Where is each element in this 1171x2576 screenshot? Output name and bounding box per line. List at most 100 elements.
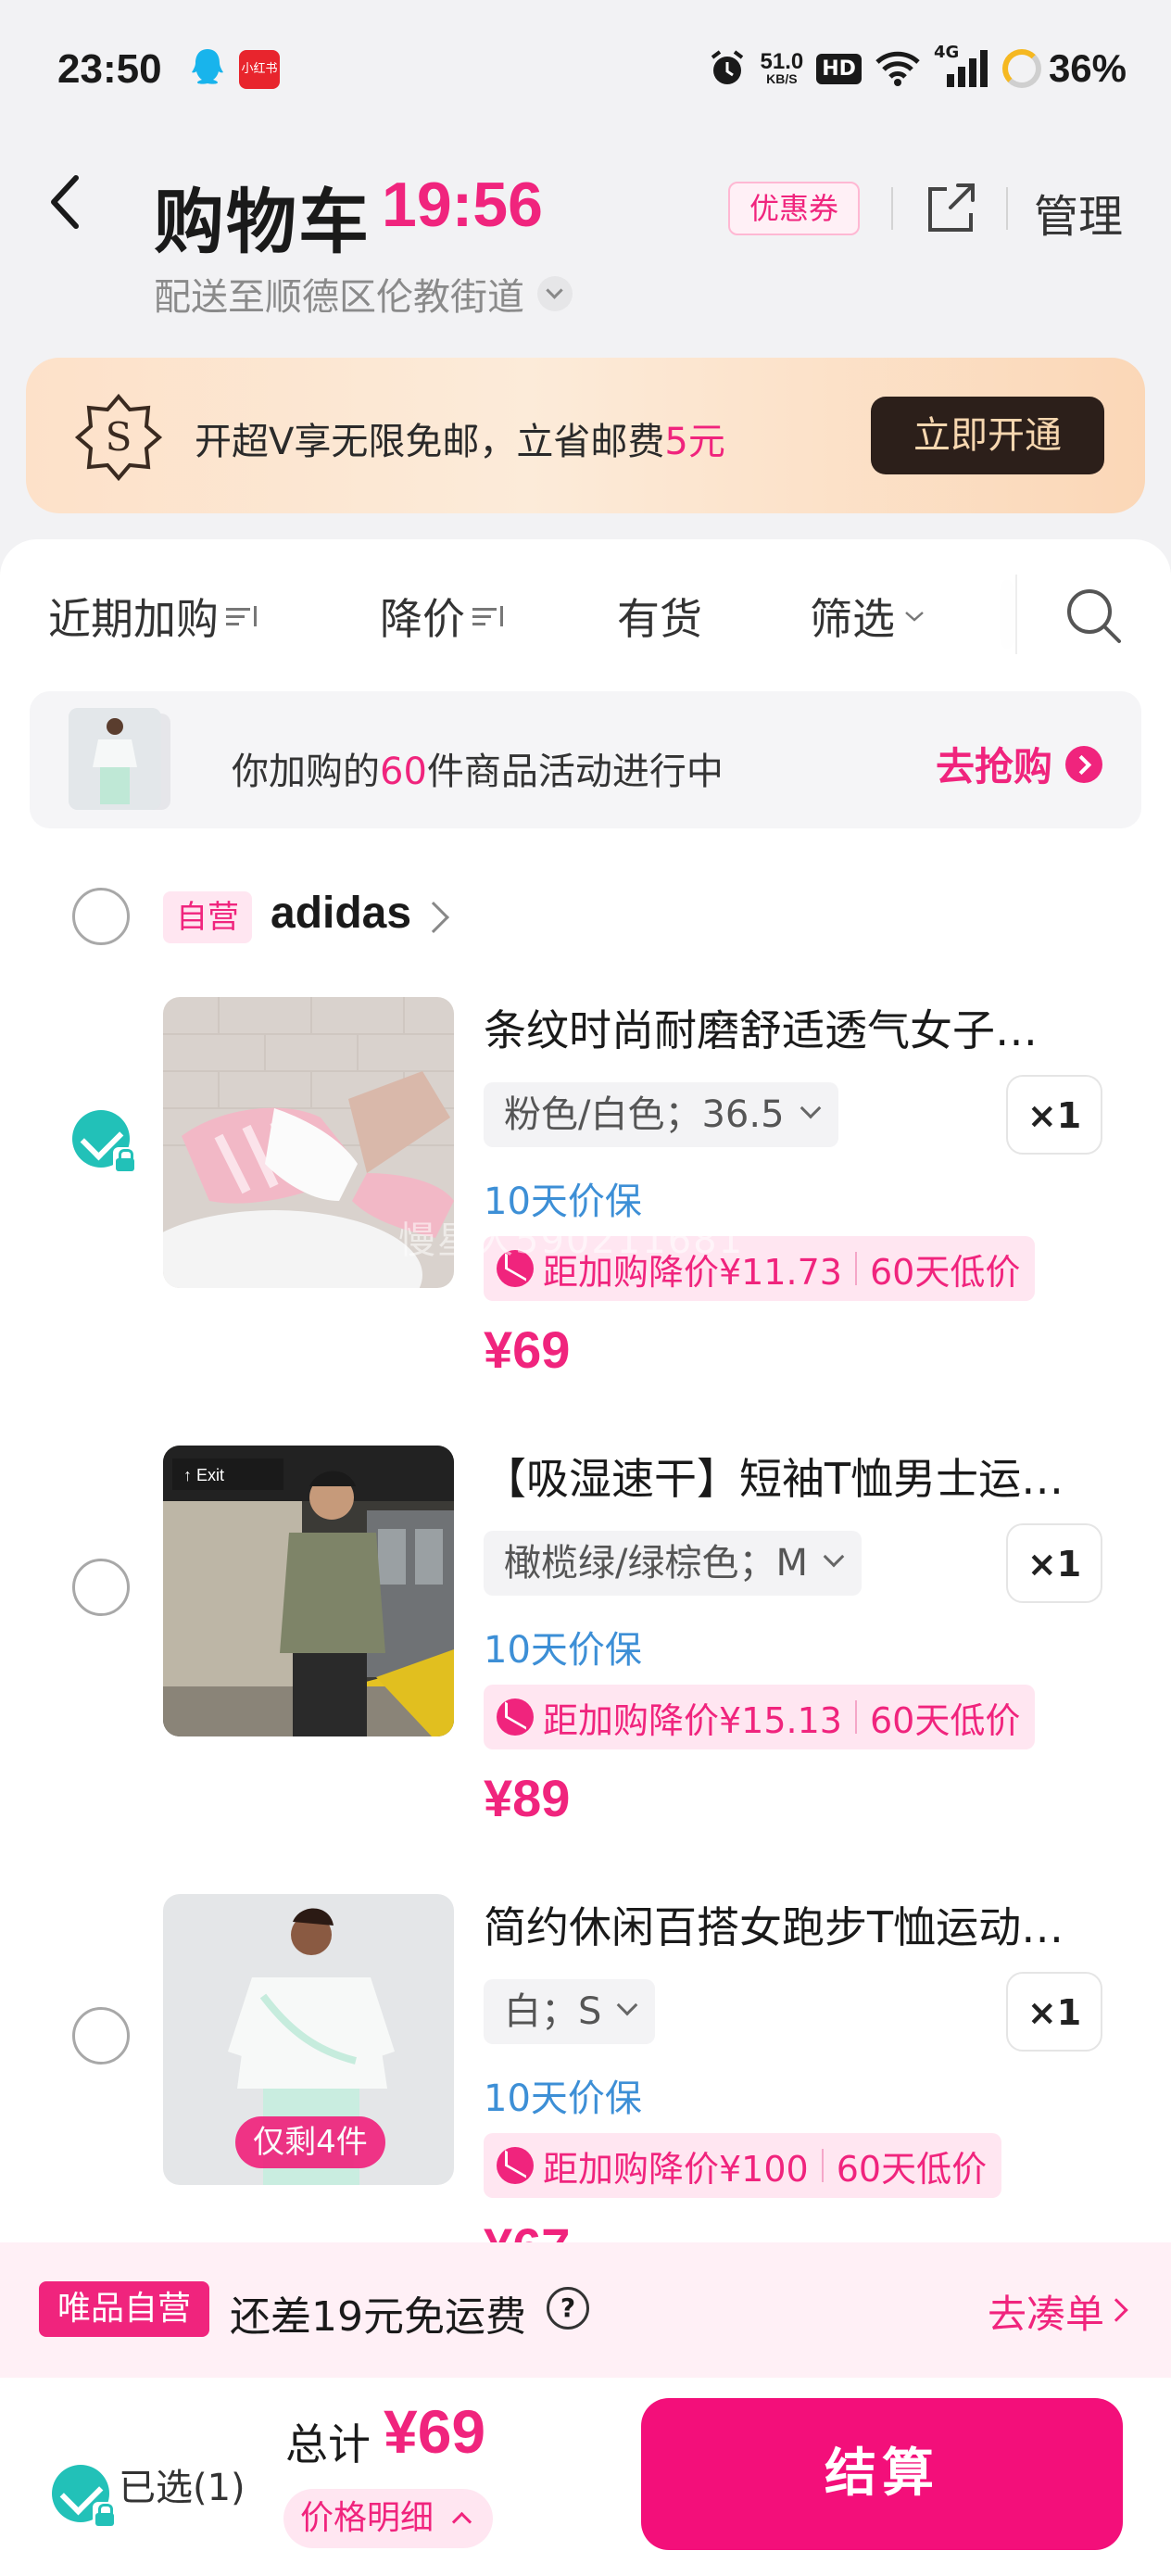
sort-icon <box>226 602 261 630</box>
coupon-button[interactable]: 优惠券 <box>728 182 860 235</box>
add-more-button[interactable]: 去凑单 <box>988 2283 1104 2340</box>
search-icon[interactable] <box>1062 584 1127 649</box>
price-guarantee[interactable]: 10天价保 <box>484 2068 642 2122</box>
status-bar: 23:50 小红书 51.0 KB/S HD 4G 36% <box>0 0 1171 139</box>
filter-recent[interactable]: 近期加购 <box>48 586 261 647</box>
price-drop-text: 距加购降价¥100 <box>543 2148 809 2190</box>
arrow-right-icon <box>1065 745 1102 783</box>
chevron-right-icon[interactable] <box>418 902 449 933</box>
price-guarantee[interactable]: 10天价保 <box>484 1620 642 1673</box>
price-drop-text: 距加购降价¥15.13 <box>543 1699 842 1741</box>
product-title[interactable]: 【吸湿速干】短袖T恤男士运… <box>484 1446 1077 1507</box>
filter-in-stock-label: 有货 <box>617 594 702 644</box>
filter-bar: 近期加购 降价 有货 筛选 <box>0 539 1171 688</box>
battery-percent: 36% <box>1048 46 1127 90</box>
low-price-text: 60天低价 <box>869 1251 1021 1293</box>
product-image[interactable]: 仅剩4件 <box>163 1894 454 2185</box>
chevron-down-icon <box>537 276 573 311</box>
price-drop-icon <box>497 2147 534 2184</box>
status-time: 23:50 <box>57 46 162 92</box>
filter-recent-label: 近期加购 <box>48 594 219 644</box>
cellular-signal-icon: 4G <box>934 43 989 89</box>
item-select-checkbox[interactable] <box>72 2007 130 2065</box>
vip-banner-saving: 5元 <box>664 421 725 463</box>
manage-button[interactable]: 管理 <box>1034 180 1123 245</box>
sku-selector[interactable]: 白；S <box>484 1979 656 2044</box>
delivery-address[interactable]: 配送至顺德区伦教街道 <box>154 267 573 321</box>
promo-text-after: 件商品活动进行中 <box>426 751 724 793</box>
promo-grab-button[interactable]: 去抢购 <box>936 736 1102 792</box>
quantity-button[interactable]: ×1 <box>1006 1075 1102 1155</box>
network-speed-value: 51.0 <box>760 49 804 74</box>
tag-divider <box>854 1700 857 1734</box>
sku-selector[interactable]: 粉色/白色；36.5 <box>484 1082 838 1147</box>
tag-divider <box>854 1252 857 1285</box>
product-image[interactable]: ↑ Exit <box>163 1446 454 1736</box>
item-select-checkbox[interactable] <box>72 1559 130 1616</box>
promo-text-before: 你加购的 <box>232 751 380 793</box>
cart-item: ↑ Exit 【吸湿速干】短袖T恤男士运… 橄榄绿/绿棕色；M ×1 10天价保… <box>0 1446 1171 1894</box>
filter-in-stock[interactable]: 有货 <box>617 586 702 647</box>
selected-count: 已选(1) <box>119 2467 246 2509</box>
low-price-text: 60天低价 <box>836 2148 988 2190</box>
promo-thumbnail <box>69 708 161 810</box>
free-shipping-text: 还差19元免运费 <box>230 2293 526 2341</box>
help-icon[interactable]: ? <box>547 2287 589 2330</box>
stock-tag: 仅剩4件 <box>235 2116 385 2168</box>
item-select-checkbox[interactable] <box>72 1110 137 1173</box>
lock-icon <box>113 1147 137 1173</box>
filter-divider <box>1015 575 1017 654</box>
chevron-right-icon <box>1104 2298 1128 2322</box>
back-icon[interactable] <box>39 165 94 239</box>
price-detail-button[interactable]: 价格明细 <box>283 2489 493 2548</box>
quantity-button[interactable]: ×1 <box>1006 1972 1102 2052</box>
self-operated-tag: 自营 <box>163 891 252 943</box>
battery-indicator: 36% <box>1001 46 1127 91</box>
price-drop-tag: 距加购降价¥15.13 60天低价 <box>484 1685 1036 1749</box>
store-name[interactable]: adidas <box>271 888 411 939</box>
cart-main-card: 近期加购 降价 有货 筛选 你加购的60件商品活动进行中 去抢购 自营 adid… <box>0 539 1171 2276</box>
activity-promo-strip[interactable]: 你加购的60件商品活动进行中 去抢购 <box>30 691 1141 828</box>
filter-menu-label: 筛选 <box>810 594 895 644</box>
wifi-icon <box>875 51 920 86</box>
price-drop-tag: 距加购降价¥100 60天低价 <box>484 2133 1002 2198</box>
promo-text: 你加购的60件商品活动进行中 <box>232 741 724 795</box>
vip-open-button[interactable]: 立即开通 <box>871 397 1104 474</box>
network-speed: 51.0 KB/S <box>760 49 804 86</box>
filter-menu[interactable]: 筛选 <box>810 586 926 647</box>
vip-badge-icon: S <box>74 393 163 482</box>
product-title[interactable]: 条纹时尚耐磨舒适透气女子… <box>484 997 1077 1058</box>
status-right-group: 51.0 KB/S HD 4G 36% <box>707 43 1127 95</box>
share-icon[interactable] <box>923 176 978 237</box>
checkout-button[interactable]: 结算 <box>641 2398 1123 2550</box>
free-shipping-bar: 唯品自营 还差19元免运费 ? 去凑单 <box>0 2242 1171 2378</box>
promo-grab-label: 去抢购 <box>935 744 1052 789</box>
store-header: 自营 adidas <box>0 873 1171 966</box>
total-price: ¥69 <box>384 2397 486 2466</box>
sku-selector[interactable]: 橄榄绿/绿棕色；M <box>484 1531 862 1596</box>
product-title[interactable]: 简约休闲百搭女跑步T恤运动… <box>484 1894 1077 1955</box>
checkout-bar: 已选(1) 总计 ¥69 价格明细 结算 <box>0 2378 1171 2576</box>
page-header: 购物车 19:56 优惠券 管理 配送至顺德区伦教街道 <box>0 139 1171 343</box>
store-select-checkbox[interactable] <box>72 888 130 945</box>
sort-icon <box>472 602 508 630</box>
hd-icon: HD <box>816 53 862 84</box>
filter-price-drop[interactable]: 降价 <box>380 586 508 647</box>
header-divider <box>1006 187 1008 230</box>
vip-banner-text: 开超V享无限免邮，立省邮费5元 <box>195 411 725 465</box>
watermark-text: 慢星人590211681 <box>398 1219 745 1262</box>
header-divider <box>891 187 893 230</box>
delivery-address-text: 配送至顺德区伦教街道 <box>154 276 524 319</box>
alarm-icon <box>711 50 743 84</box>
qq-icon <box>192 49 223 84</box>
price-drop-icon <box>497 1698 534 1736</box>
tag-divider <box>821 2149 824 2182</box>
xiaohongshu-icon: 小红书 <box>239 50 280 89</box>
select-all-checkbox[interactable] <box>52 2465 117 2528</box>
lock-icon <box>93 2502 117 2528</box>
vip-banner[interactable]: S 开超V享无限免邮，立省邮费5元 立即开通 <box>26 358 1145 513</box>
low-price-text: 60天低价 <box>869 1699 1021 1741</box>
product-price: ¥69 <box>484 1320 571 1379</box>
quantity-button[interactable]: ×1 <box>1006 1523 1102 1603</box>
vip-banner-text-main: 开超V享无限免邮，立省邮费 <box>195 421 665 463</box>
